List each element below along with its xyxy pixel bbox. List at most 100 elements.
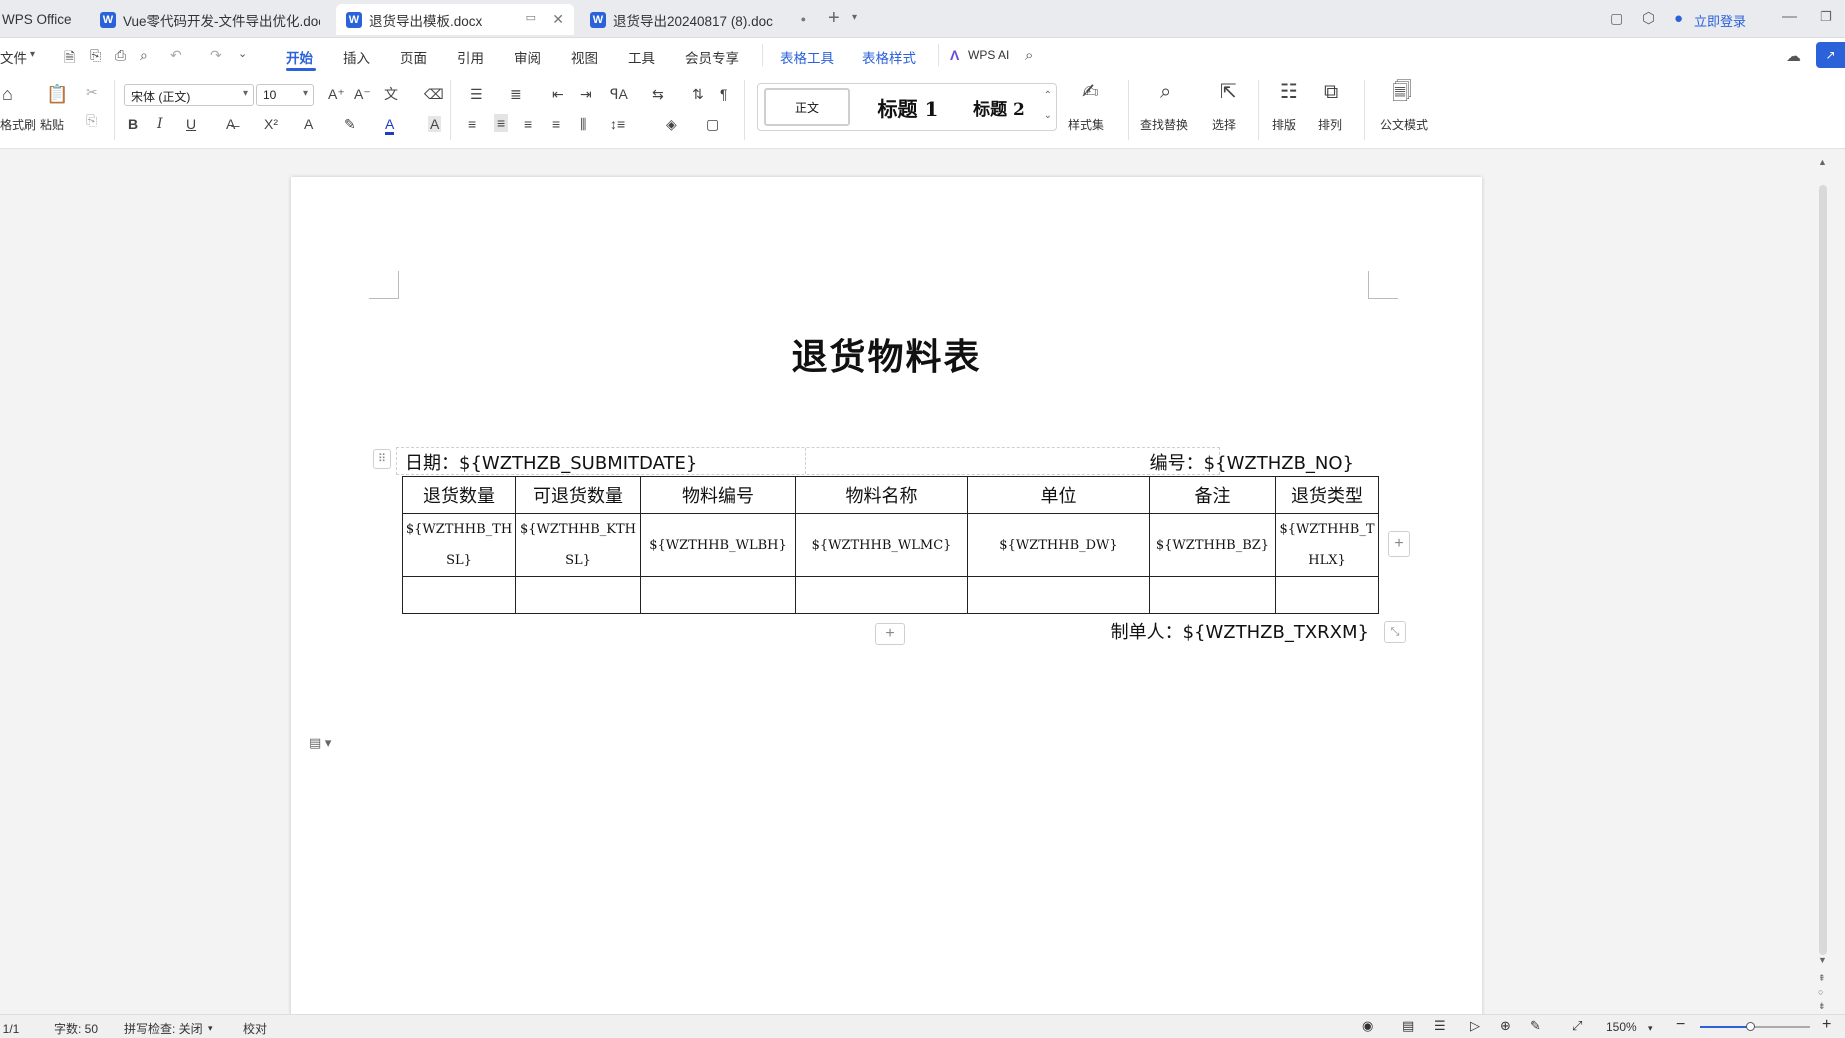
- bullet-list-icon[interactable]: ☰: [470, 86, 483, 102]
- header-cell[interactable]: 退货数量: [402, 476, 516, 514]
- header-cell[interactable]: 备注: [1149, 476, 1276, 514]
- paragraph-layout-icon[interactable]: ▤ ▾: [309, 735, 331, 751]
- char-shading-icon[interactable]: A: [428, 116, 442, 132]
- print-preview-icon[interactable]: ⌕: [140, 47, 148, 64]
- table-cell[interactable]: [402, 576, 516, 614]
- decrease-indent-icon[interactable]: ⇤: [552, 86, 564, 102]
- wps-ai-button[interactable]: WPS AI: [968, 48, 1009, 62]
- table-cell-placeholder[interactable]: ${WZTHHB_DW}: [967, 513, 1150, 577]
- style-set-icon[interactable]: ✍: [1082, 82, 1099, 102]
- table-cell[interactable]: [967, 576, 1150, 614]
- align-right-icon[interactable]: ≡: [524, 116, 532, 132]
- window-pin-icon[interactable]: ▭: [526, 11, 536, 24]
- table-cell-placeholder[interactable]: ${WZTHHB_WLBH}: [640, 513, 796, 577]
- tab-references[interactable]: 引用: [457, 47, 484, 67]
- official-mode-label[interactable]: 公文模式: [1380, 116, 1428, 133]
- style-set-label[interactable]: 样式集: [1068, 116, 1104, 133]
- phonetic-guide-icon[interactable]: 文: [384, 86, 398, 102]
- line-break-icon[interactable]: ⇆: [652, 86, 664, 102]
- add-column-button[interactable]: +: [1388, 531, 1410, 557]
- tab-return-export[interactable]: W 退货导出20240817 (8).doc ●: [580, 4, 816, 35]
- zoom-slider-knob[interactable]: [1745, 1022, 1755, 1031]
- zoom-out-icon[interactable]: −: [1676, 1016, 1685, 1034]
- layout-icon[interactable]: ☷: [1280, 82, 1298, 102]
- close-tab-icon[interactable]: ✕: [552, 11, 564, 28]
- paste-label[interactable]: 粘贴: [40, 116, 64, 133]
- user-avatar-icon[interactable]: ●: [1674, 10, 1683, 27]
- quick-access-chevron-icon[interactable]: ⌄: [238, 47, 247, 60]
- page-view-icon[interactable]: ▤: [1402, 1018, 1414, 1034]
- redo-icon[interactable]: ↷: [210, 47, 222, 64]
- official-mode-icon[interactable]: 🗐: [1392, 82, 1412, 102]
- eye-protection-icon[interactable]: ◉: [1362, 1018, 1373, 1034]
- date-field[interactable]: 日期：${WZTHZB_SUBMITDATE}: [405, 449, 697, 475]
- font-color-icon[interactable]: A: [385, 116, 395, 135]
- wps-ai-icon[interactable]: Λ: [950, 47, 959, 63]
- find-replace-label[interactable]: 查找替换: [1140, 116, 1188, 133]
- text-effect-icon[interactable]: A: [304, 116, 313, 132]
- grow-font-icon[interactable]: A⁺: [328, 86, 345, 102]
- export-icon[interactable]: ⎘: [90, 47, 101, 64]
- vertical-scrollbar[interactable]: ▲ ▼ ⇞ ○ ⇟: [1813, 149, 1845, 1014]
- cloud-upload-icon[interactable]: ☁: [1786, 47, 1801, 65]
- table-cell[interactable]: [1149, 576, 1276, 614]
- numbered-list-icon[interactable]: ≣: [510, 86, 522, 102]
- table-cell[interactable]: [1275, 576, 1379, 614]
- format-painter-icon[interactable]: ⌂: [2, 85, 13, 103]
- gallery-scroll-up-icon[interactable]: ⌃: [1044, 90, 1052, 101]
- pen-icon[interactable]: ✎: [1530, 1018, 1541, 1034]
- table-cell[interactable]: [640, 576, 796, 614]
- header-cell[interactable]: 退货类型: [1275, 476, 1379, 514]
- proofread-button[interactable]: 校对: [243, 1020, 267, 1037]
- next-page-icon[interactable]: ⇟: [1818, 1001, 1826, 1012]
- table-cell-placeholder[interactable]: ${WZTHHB_KTH SL}: [515, 513, 641, 577]
- style-normal[interactable]: 正文: [764, 88, 850, 126]
- cut-icon[interactable]: ✂: [86, 84, 98, 100]
- tab-vue-doc[interactable]: W Vue零代码开发-文件导出优化.docx: [90, 4, 320, 35]
- arrange-icon[interactable]: ⧉: [1324, 82, 1338, 102]
- strikethrough-icon[interactable]: A̶: [226, 116, 235, 132]
- bold-icon[interactable]: B: [128, 116, 138, 132]
- distribute-icon[interactable]: ⫼: [580, 116, 586, 132]
- tab-page[interactable]: 页面: [400, 47, 427, 67]
- underline-icon[interactable]: U: [186, 116, 196, 132]
- superscript-icon[interactable]: X²: [264, 116, 278, 132]
- creator-field[interactable]: 制单人：${WZTHZB_TXRXM}: [1111, 618, 1369, 644]
- tab-review[interactable]: 审阅: [514, 47, 541, 67]
- document-page[interactable]: 退货物料表 ⠿ 日期：${WZTHZB_SUBMITDATE} 编号：${WZT…: [291, 177, 1482, 1037]
- scroll-up-icon[interactable]: ▲: [1818, 157, 1827, 167]
- copy-icon[interactable]: ⎘: [86, 112, 97, 128]
- align-center-icon[interactable]: ≡: [494, 114, 509, 132]
- table-cell-placeholder[interactable]: ${WZTHHB_BZ}: [1149, 513, 1276, 577]
- page-indicator[interactable]: 页面: 1/1: [0, 1020, 19, 1037]
- number-field[interactable]: 编号：${WZTHZB_NO}: [1150, 449, 1354, 475]
- cube-icon[interactable]: ⬡: [1642, 9, 1655, 27]
- read-mode-icon[interactable]: ▷: [1470, 1018, 1480, 1034]
- fit-width-icon[interactable]: ⤢: [1572, 1018, 1582, 1034]
- tab-home[interactable]: 开始: [286, 47, 313, 67]
- file-menu-chevron-icon[interactable]: ▾: [30, 49, 35, 60]
- justify-icon[interactable]: ≡: [552, 116, 560, 132]
- restore-icon[interactable]: ❐: [1820, 9, 1832, 25]
- table-cell-placeholder[interactable]: ${WZTHHB_T HLX}: [1275, 513, 1379, 577]
- tab-list-chevron-icon[interactable]: ▾: [852, 12, 857, 23]
- tab-table-tools[interactable]: 表格工具: [780, 47, 834, 67]
- paragraph-shading-icon[interactable]: ◈: [666, 116, 677, 132]
- header-cell[interactable]: 单位: [967, 476, 1150, 514]
- zoom-chevron-icon[interactable]: ▾: [1648, 1023, 1653, 1034]
- arrange-label[interactable]: 排列: [1318, 116, 1342, 133]
- italic-icon[interactable]: I: [157, 116, 163, 132]
- print-icon[interactable]: ⎙: [115, 47, 126, 64]
- format-painter-label[interactable]: 格式刷: [0, 116, 36, 133]
- tab-membership[interactable]: 会员专享: [685, 47, 739, 67]
- tab-tools[interactable]: 工具: [628, 47, 655, 67]
- header-cell[interactable]: 物料名称: [795, 476, 968, 514]
- sort-icon[interactable]: ⇅: [692, 86, 704, 102]
- tab-wps-office[interactable]: WPS Office: [0, 4, 86, 35]
- add-row-button[interactable]: +: [875, 623, 905, 645]
- table-cell[interactable]: [515, 576, 641, 614]
- spell-check-status[interactable]: 拼写检查: 关闭: [124, 1020, 203, 1037]
- document-title[interactable]: 退货物料表: [291, 328, 1482, 380]
- header-cell[interactable]: 可退货数量: [515, 476, 641, 514]
- save-icon[interactable]: 🗎: [64, 47, 75, 71]
